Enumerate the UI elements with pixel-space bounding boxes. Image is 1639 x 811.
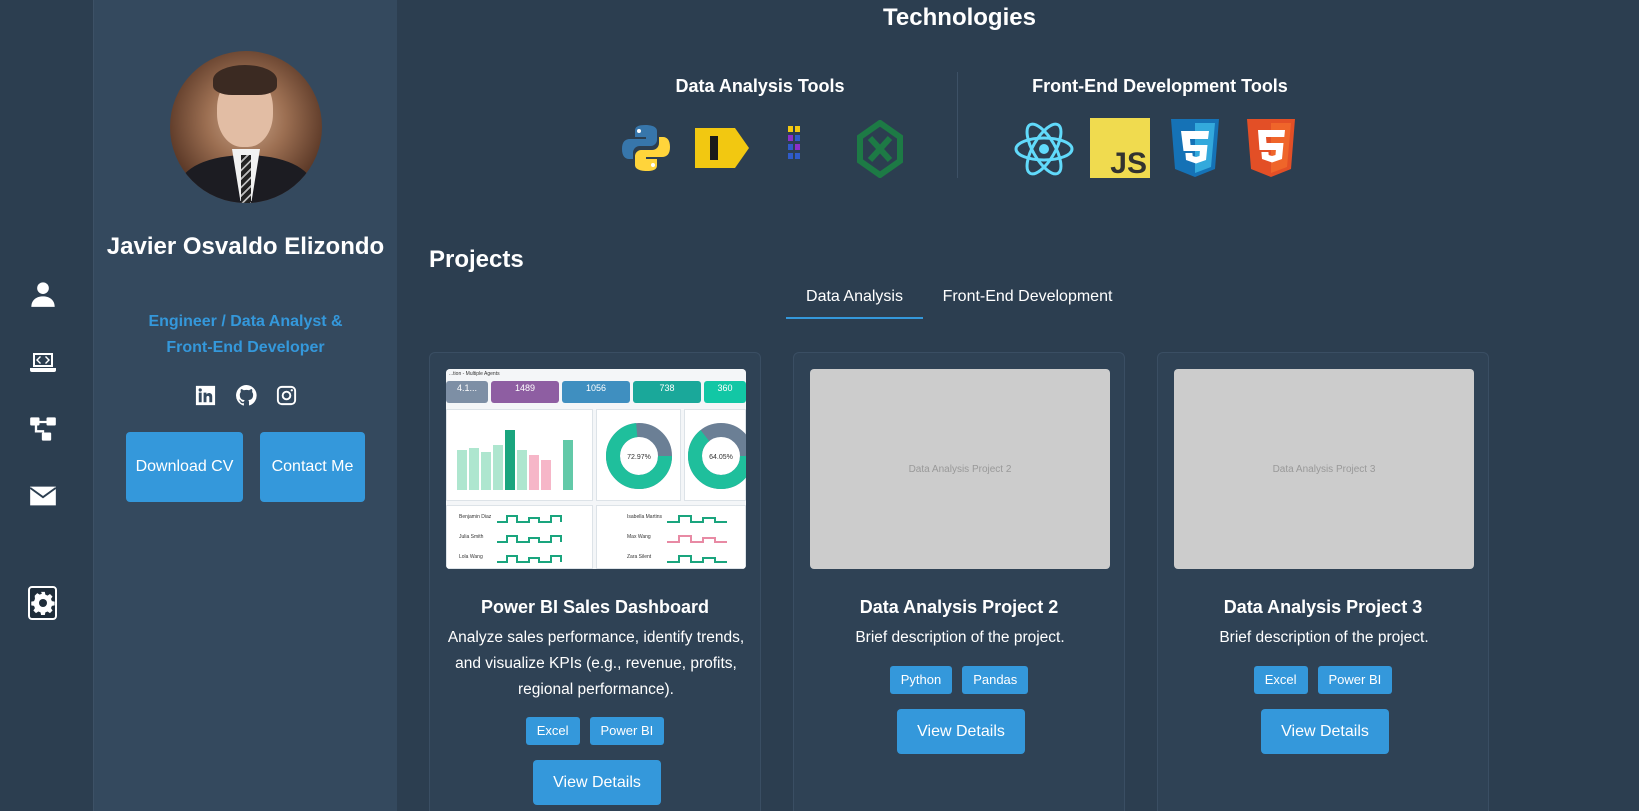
tag-list: Python Pandas: [794, 666, 1124, 694]
project-thumbnail[interactable]: Data Analysis Project 2: [810, 369, 1110, 569]
social-links: [194, 384, 298, 408]
css3-icon: [1169, 117, 1221, 184]
tab-front-end-development[interactable]: Front-End Development: [930, 288, 1125, 306]
frontend-tools-title: Front-End Development Tools: [1032, 76, 1288, 96]
tag-list: Excel Power BI: [1158, 666, 1488, 694]
project-title: Power BI Sales Dashboard: [480, 597, 710, 617]
project-description: Brief description of the project.: [855, 629, 1065, 646]
linkedin-icon[interactable]: [194, 384, 217, 407]
active-tab-indicator: [786, 317, 923, 319]
profile-name: Javier Osvaldo Elizondo: [106, 233, 385, 260]
project-card: ...tion - Multiple Agents 4.1... 1489 10…: [429, 352, 761, 811]
react-icon: [1013, 118, 1075, 185]
envelope-icon[interactable]: [28, 481, 58, 511]
svg-text:72.97%: 72.97%: [627, 454, 651, 461]
project-card: Data Analysis Project 3 Data Analysis Pr…: [1157, 352, 1489, 811]
project-thumbnail[interactable]: Data Analysis Project 3: [1174, 369, 1474, 569]
python-icon: [620, 122, 672, 179]
tab-data-analysis[interactable]: Data Analysis: [786, 288, 923, 306]
user-icon[interactable]: [28, 279, 58, 309]
data-analysis-tools-title: Data Analysis Tools: [675, 76, 845, 96]
project-thumbnail[interactable]: ...tion - Multiple Agents 4.1... 1489 10…: [446, 369, 746, 569]
download-cv-button[interactable]: Download CV: [126, 432, 243, 502]
profile-sidebar: Javier Osvaldo Elizondo Engineer / Data …: [94, 0, 397, 811]
instagram-icon[interactable]: [275, 384, 298, 407]
javascript-icon: JS: [1090, 118, 1150, 183]
github-icon[interactable]: [235, 384, 258, 407]
view-details-button[interactable]: View Details: [897, 709, 1025, 754]
project-description: Brief description of the project.: [1219, 629, 1429, 646]
technologies-title: Technologies: [883, 4, 1036, 31]
tag-list: Excel Power BI: [430, 717, 760, 745]
tag-excel: Excel: [1253, 666, 1308, 694]
avatar: [170, 51, 322, 203]
tag-excel: Excel: [525, 717, 580, 745]
project-title: Data Analysis Project 2: [859, 597, 1059, 617]
polars-icon: [786, 124, 802, 169]
dashboard-thumbnail: ...tion - Multiple Agents 4.1... 1489 10…: [446, 369, 746, 569]
contact-me-button[interactable]: Contact Me: [260, 432, 365, 502]
tag-pandas: Pandas: [962, 666, 1029, 694]
power-bi-icon: [693, 126, 751, 175]
tech-divider: [957, 72, 958, 178]
diagram-icon[interactable]: [28, 414, 58, 444]
html5-icon: [1245, 117, 1297, 184]
profile-role: Engineer / Data Analyst & Front-End Deve…: [148, 313, 343, 356]
project-card: Data Analysis Project 2 Data Analysis Pr…: [793, 352, 1125, 811]
view-details-button[interactable]: View Details: [533, 760, 661, 805]
excel-icon: [856, 119, 904, 183]
tag-power-bi: Power BI: [1317, 666, 1393, 694]
tag-power-bi: Power BI: [589, 717, 665, 745]
icon-nav-bar: [0, 0, 94, 811]
projects-title: Projects: [429, 246, 524, 273]
svg-text:JS: JS: [1110, 147, 1147, 178]
svg-text:64.05%: 64.05%: [709, 454, 733, 461]
gear-icon[interactable]: [28, 586, 57, 620]
tag-python: Python: [889, 666, 953, 694]
view-details-button[interactable]: View Details: [1261, 709, 1389, 754]
laptop-code-icon[interactable]: [28, 347, 58, 377]
project-title: Data Analysis Project 3: [1223, 597, 1423, 617]
project-description: Analyze sales performance, identify tren…: [447, 629, 745, 698]
